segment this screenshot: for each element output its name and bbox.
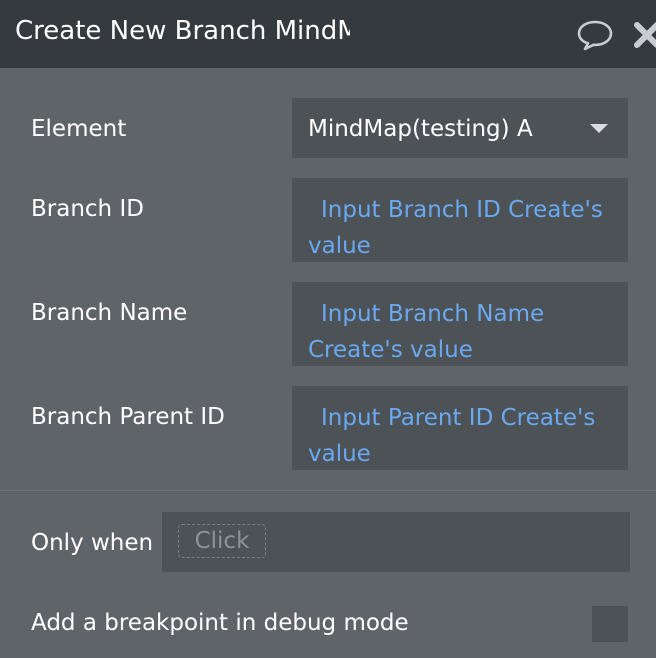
breakpoint-label: Add a breakpoint in debug mode — [31, 610, 409, 636]
branch-parent-id-expression[interactable]: Input Parent ID Create's value — [308, 400, 614, 472]
only-when-label: Only when — [31, 530, 154, 556]
action-property-panel: Create New Branch MindMap(testing) A Ele… — [0, 0, 656, 658]
panel-title: Create New Branch MindMap(testing) A — [15, 16, 350, 46]
chevron-down-icon — [590, 124, 608, 133]
element-dropdown[interactable]: MindMap(testing) A — [292, 98, 628, 158]
branch-id-expression[interactable]: Input Branch ID Create's value — [308, 192, 614, 264]
branch-name-expression-field[interactable]: Input Branch Name Create's value — [292, 282, 628, 366]
panel-header: Create New Branch MindMap(testing) A — [0, 0, 656, 68]
element-label: Element — [31, 116, 127, 142]
branch-parent-id-expression-field[interactable]: Input Parent ID Create's value — [292, 386, 628, 470]
branch-id-label: Branch ID — [31, 196, 144, 222]
element-dropdown-value: MindMap(testing) A — [308, 116, 533, 142]
branch-name-expression[interactable]: Input Branch Name Create's value — [308, 296, 614, 368]
section-divider — [0, 490, 656, 491]
branch-id-expression-field[interactable]: Input Branch ID Create's value — [292, 178, 628, 262]
branch-parent-id-label: Branch Parent ID — [31, 404, 225, 430]
breakpoint-checkbox[interactable] — [592, 606, 628, 642]
branch-name-label: Branch Name — [31, 300, 188, 326]
only-when-condition-field[interactable]: Click — [162, 512, 630, 572]
close-icon[interactable] — [632, 20, 656, 50]
only-when-click-placeholder[interactable]: Click — [178, 524, 266, 558]
comment-icon[interactable] — [576, 18, 614, 52]
